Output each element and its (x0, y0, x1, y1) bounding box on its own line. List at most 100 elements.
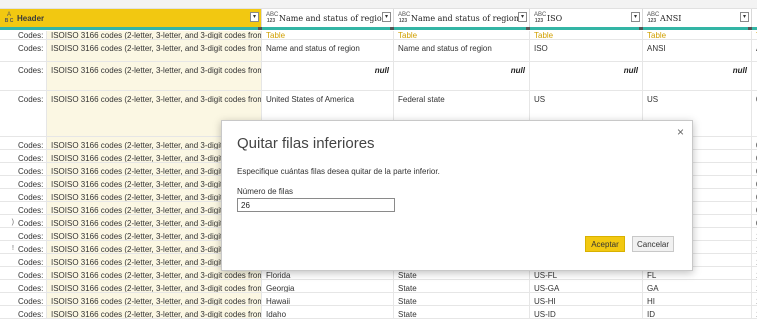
table-cell[interactable]: ISOISO 3166 codes (2-letter, 3-letter, a… (47, 293, 262, 305)
table-cell[interactable]: Codes: (14, 176, 47, 188)
any-type-icon[interactable]: ABC 123 (266, 12, 278, 24)
table-cell[interactable]: null (643, 62, 752, 90)
table-cell[interactable]: ISO (530, 40, 643, 61)
table-cell[interactable]: Table (530, 31, 643, 39)
table-cell[interactable]: US-ID (530, 306, 643, 318)
table-cell[interactable]: Codes: (14, 202, 47, 214)
table-cell[interactable]: Name and status of region (262, 40, 394, 61)
column-header-label: Name and status of region2 (411, 13, 524, 23)
any-type-icon[interactable]: ABC 123 (647, 12, 659, 24)
any-type-icon[interactable]: ABC 123 (398, 12, 410, 24)
table-cell[interactable]: Georgia (262, 280, 394, 292)
table-cell[interactable]: US-GA (530, 280, 643, 292)
table-cell[interactable]: 0 (752, 176, 757, 188)
table-cell[interactable]: Codes: (14, 280, 47, 292)
table-cell[interactable]: HI (643, 293, 752, 305)
table-cell[interactable]: Codes: (14, 267, 47, 279)
table-cell[interactable]: 0 (752, 215, 757, 227)
table-cell[interactable]: ISOISO 3166 codes (2-letter, 3-letter, a… (47, 62, 262, 90)
table-cell[interactable]: Codes: (14, 215, 47, 227)
column-header-name-status-2[interactable]: ABC 123 Name and status of region2 ▾ (394, 9, 530, 27)
table-cell[interactable]: null (262, 62, 394, 90)
table-cell[interactable]: ID (643, 306, 752, 318)
row-number (0, 163, 14, 175)
table-cell[interactable]: null (530, 62, 643, 90)
table-cell[interactable]: Table (643, 31, 752, 39)
table-cell[interactable]: Codes: (14, 150, 47, 162)
column-header-next[interactable] (752, 9, 757, 27)
table-cell[interactable]: Codes: (14, 40, 47, 61)
table-cell[interactable]: Codes: (14, 31, 47, 39)
table-row[interactable]: Codes: ISOISO 3166 codes (2-letter, 3-let… (0, 280, 757, 293)
table-row[interactable]: Codes: ISOISO 3166 codes (2-letter, 3-let… (0, 293, 757, 306)
table-cell[interactable]: ANSI (643, 40, 752, 61)
cancel-button[interactable]: Cancelar (632, 236, 674, 252)
table-row[interactable]: Codes: ISOISO 3166 codes (2-letter, 3-let… (0, 306, 757, 319)
accept-button[interactable]: Aceptar (585, 236, 625, 252)
table-cell[interactable]: ISOISO 3166 codes (2-letter, 3-letter, a… (47, 40, 262, 61)
table-cell[interactable]: Codes: (14, 254, 47, 266)
table-cell[interactable]: 1 (752, 280, 757, 292)
table-cell[interactable]: Codes: (14, 306, 47, 318)
table-cell[interactable]: ISOISO 3166 codes (2-letter, 3-letter, a… (47, 280, 262, 292)
table-cell[interactable]: Codes: (14, 189, 47, 201)
table-cell[interactable] (752, 62, 757, 90)
table-cell[interactable]: Codes: (14, 91, 47, 136)
table-cell[interactable]: Codes: (14, 241, 47, 253)
table-row[interactable]: Codes: ISOISO 3166 codes (2-letter, 3-let… (0, 62, 757, 91)
table-cell[interactable]: 1 (752, 254, 757, 266)
row-number (0, 62, 14, 90)
row-number (0, 150, 14, 162)
column-filter-dropdown[interactable]: ▾ (382, 12, 391, 22)
table-cell[interactable]: Codes: (14, 293, 47, 305)
table-cell[interactable]: Table (394, 31, 530, 39)
any-type-icon[interactable]: ABC 123 (534, 12, 546, 24)
table-cell[interactable]: State (394, 306, 530, 318)
column-filter-dropdown[interactable]: ▾ (518, 12, 527, 22)
table-cell[interactable]: 1 (752, 267, 757, 279)
table-cell[interactable]: 0 (752, 150, 757, 162)
column-filter-dropdown[interactable]: ▾ (631, 12, 640, 22)
table-cell[interactable]: A (752, 40, 757, 61)
row-number (0, 137, 14, 149)
table-cell[interactable]: Idaho (262, 306, 394, 318)
column-header-iso[interactable]: ABC 123 ISO ▾ (530, 9, 643, 27)
table-cell[interactable]: Codes: (14, 228, 47, 240)
table-cell[interactable]: ISOISO 3166 codes (2-letter, 3-letter, a… (47, 306, 262, 318)
column-header-header[interactable]: AB C Header ▾ (0, 9, 262, 27)
table-cell[interactable]: 0 (752, 189, 757, 201)
table-cell[interactable]: Table (262, 31, 394, 39)
close-icon[interactable]: × (677, 125, 684, 139)
table-cell[interactable]: Name and status of region (394, 40, 530, 61)
table-cell[interactable]: Hawaii (262, 293, 394, 305)
text-type-icon[interactable]: AB C (4, 12, 14, 24)
table-cell[interactable]: 1 (752, 306, 757, 318)
dialog-title: Quitar filas inferiores (237, 135, 375, 152)
table-row[interactable]: Codes: ISOISO 3166 codes (2-letter, 3-let… (0, 40, 757, 62)
table-cell[interactable]: US-HI (530, 293, 643, 305)
table-cell[interactable]: 1 (752, 241, 757, 253)
row-number (0, 254, 14, 266)
table-cell[interactable]: Codes: (14, 137, 47, 149)
table-row[interactable]: Codes: ISOISO 3166 codes (2-letter, 3-let… (0, 31, 757, 40)
column-header-name-status[interactable]: ABC 123 Name and status of region ▾ (262, 9, 394, 27)
column-filter-dropdown[interactable]: ▾ (740, 12, 749, 22)
quality-separator (390, 27, 394, 30)
table-cell[interactable]: Codes: (14, 163, 47, 175)
table-cell[interactable]: 1 (752, 228, 757, 240)
table-cell[interactable]: 0 (752, 202, 757, 214)
table-cell[interactable]: 0 (752, 91, 757, 136)
row-count-input[interactable] (237, 198, 395, 212)
column-header-ansi[interactable]: ABC 123 ANSI ▾ (643, 9, 752, 27)
table-cell[interactable]: T (752, 31, 757, 39)
table-cell[interactable]: State (394, 293, 530, 305)
table-cell[interactable]: ISOISO 3166 codes (2-letter, 3-letter, a… (47, 31, 262, 39)
table-cell[interactable]: 0 (752, 137, 757, 149)
table-cell[interactable]: Codes: (14, 62, 47, 90)
column-filter-dropdown[interactable]: ▾ (250, 12, 259, 22)
table-cell[interactable]: 1 (752, 293, 757, 305)
table-cell[interactable]: State (394, 280, 530, 292)
table-cell[interactable]: null (394, 62, 530, 90)
table-cell[interactable]: 0 (752, 163, 757, 175)
table-cell[interactable]: GA (643, 280, 752, 292)
